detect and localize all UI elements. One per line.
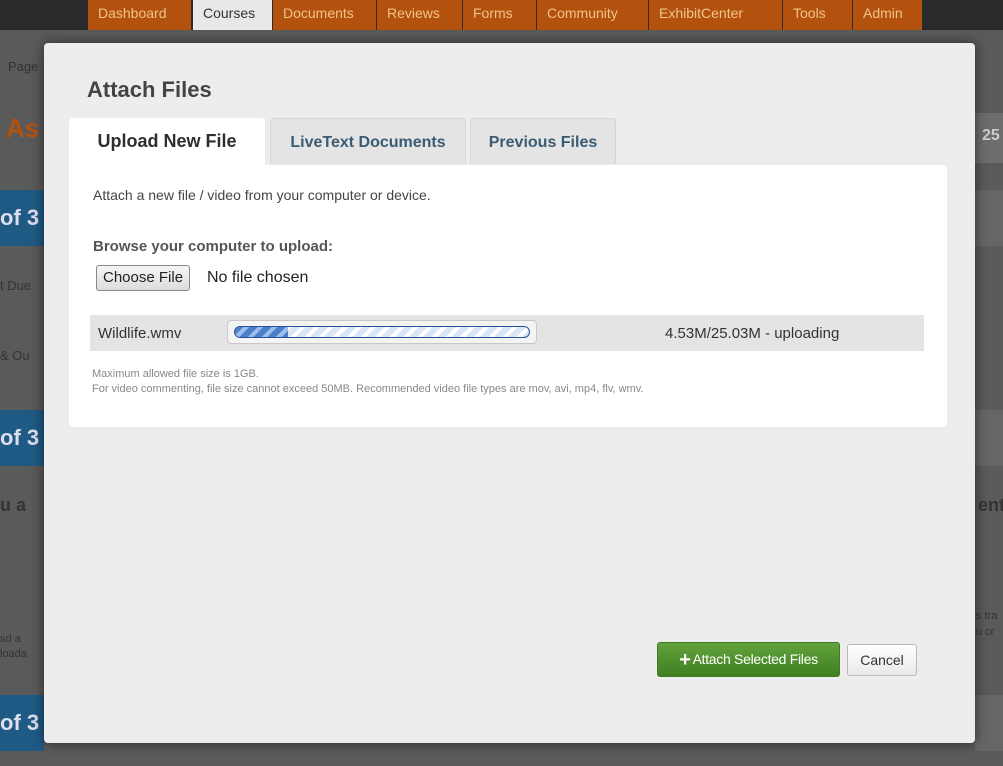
bg-section-box: of 3 xyxy=(0,190,44,246)
bg-section-box: of 3 xyxy=(0,410,44,466)
bg-right-fragment: ent xyxy=(978,495,1003,515)
tab-upload-new-file[interactable]: Upload New File xyxy=(69,118,265,166)
nav-documents[interactable]: Documents xyxy=(273,0,377,30)
upload-progress-bar xyxy=(227,320,537,344)
bg-section-box: of 3 xyxy=(0,695,44,751)
nav-admin[interactable]: Admin xyxy=(853,0,923,30)
nav-dashboard[interactable]: Dashboard xyxy=(88,0,192,30)
nav-forms[interactable]: Forms xyxy=(463,0,537,30)
attach-selected-files-button[interactable]: + Attach Selected Files xyxy=(657,642,840,677)
nav-community[interactable]: Community xyxy=(537,0,649,30)
dialog-title: Attach Files xyxy=(87,77,212,102)
bg-question-fragment: u a xyxy=(0,495,27,515)
top-navigation: Dashboard Courses Documents Reviews Form… xyxy=(0,0,1003,30)
browse-label: Browse your computer to upload: xyxy=(93,238,334,255)
bg-right-number: 25 xyxy=(982,127,1000,144)
attach-button-label: Attach Selected Files xyxy=(692,651,819,667)
nav-tools[interactable]: Tools xyxy=(783,0,853,30)
bg-ou-fragment: & Ou xyxy=(0,348,30,363)
tab-previous-files[interactable]: Previous Files xyxy=(470,118,616,164)
upload-file-name: Wildlife.wmv xyxy=(98,325,182,342)
video-size-note: For video commenting, file size cannot e… xyxy=(92,383,644,395)
upload-intro-text: Attach a new file / video from your comp… xyxy=(93,187,431,203)
nav-exhibitcenter[interactable]: ExhibitCenter xyxy=(649,0,783,30)
bg-text-fragment: sd a xyxy=(0,633,21,645)
bg-right-panel xyxy=(975,190,1003,246)
bg-page-label: Page xyxy=(8,59,39,74)
bg-due-fragment: t Due xyxy=(0,278,32,293)
progress-track xyxy=(234,326,530,338)
nav-courses[interactable]: Courses xyxy=(193,0,273,30)
choose-file-button[interactable]: Choose File xyxy=(96,265,191,291)
upload-status-text: 4.53M/25.03M - uploading xyxy=(665,325,840,342)
bg-right-panel xyxy=(975,695,1003,751)
no-file-chosen-text: No file chosen xyxy=(207,269,309,286)
bg-right-fragment: s tra xyxy=(976,610,998,622)
plus-icon: + xyxy=(679,649,691,671)
max-size-note: Maximum allowed file size is 1GB. xyxy=(92,368,259,380)
bg-heading-fragment: As xyxy=(6,113,40,143)
progress-fill xyxy=(235,327,288,337)
tab-livetext-documents[interactable]: LiveText Documents xyxy=(270,118,466,164)
attach-files-dialog: Attach Files Upload New File LiveText Do… xyxy=(44,43,975,743)
bg-right-panel xyxy=(975,410,1003,466)
upload-row: Wildlife.wmv 4.53M/25.03M - uploading xyxy=(90,315,924,351)
nav-reviews[interactable]: Reviews xyxy=(377,0,463,30)
bg-right-fragment: u cr xyxy=(976,626,995,638)
upload-panel: Attach a new file / video from your comp… xyxy=(69,165,947,427)
cancel-button[interactable]: Cancel xyxy=(847,644,917,676)
bg-text-fragment: loada xyxy=(0,648,27,660)
